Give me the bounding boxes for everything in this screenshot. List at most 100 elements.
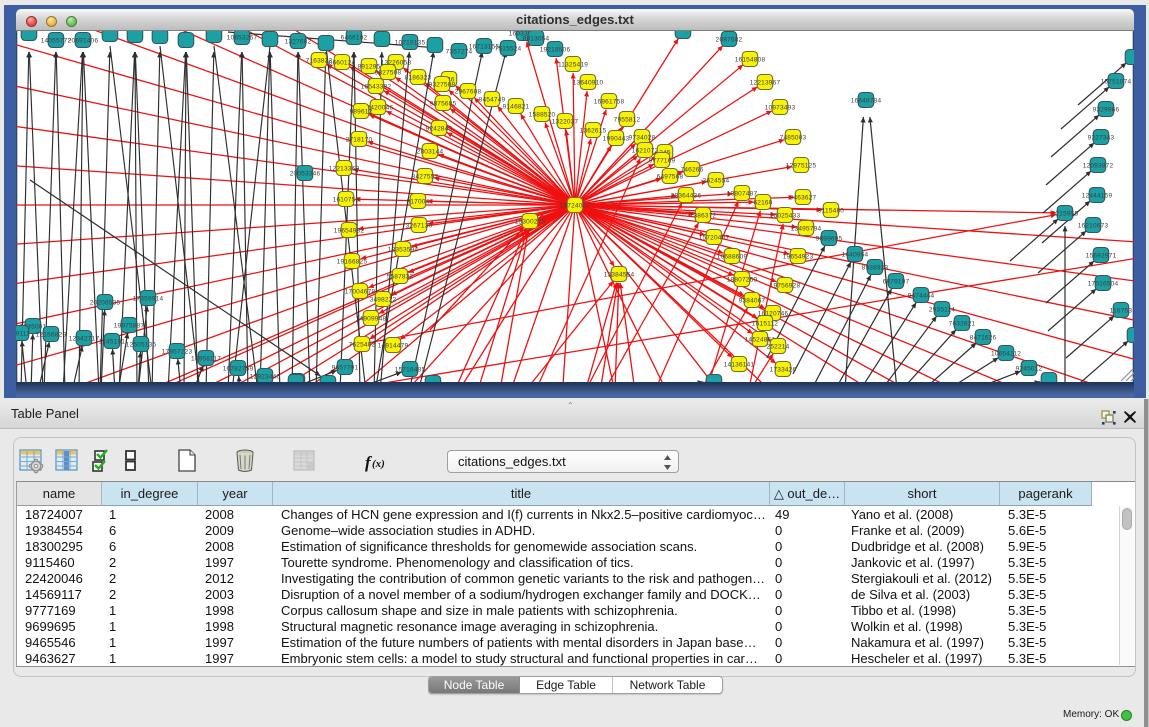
svg-text:1621072: 1621072	[632, 148, 659, 155]
svg-text:989612: 989612	[350, 109, 373, 116]
svg-text:6497568: 6497568	[657, 174, 684, 181]
svg-text:7485003: 7485003	[780, 135, 807, 142]
svg-text:1610755: 1610755	[333, 197, 360, 204]
svg-text:8427552: 8427552	[412, 174, 439, 181]
svg-text:1362615: 1362615	[580, 128, 607, 135]
svg-text:16782759: 16782759	[223, 366, 254, 373]
svg-text:15716485: 15716485	[395, 367, 426, 374]
svg-text:(x): (x)	[372, 458, 385, 470]
svg-text:15751074: 15751074	[1101, 79, 1132, 86]
svg-text:10025433: 10025433	[770, 213, 801, 220]
svg-text:9463627: 9463627	[790, 195, 817, 202]
svg-text:14136141: 14136141	[724, 362, 755, 369]
svg-text:1990443: 1990443	[603, 136, 630, 143]
svg-text:2803144: 2803144	[417, 149, 444, 156]
svg-text:13640910: 13640910	[573, 80, 604, 87]
svg-text:9242843: 9242843	[426, 126, 453, 133]
svg-text:14958117: 14958117	[191, 356, 221, 363]
svg-text:14909948: 14909948	[356, 316, 387, 323]
svg-text:12213967: 12213967	[750, 80, 781, 87]
svg-text:39111: 39111	[16, 331, 30, 338]
svg-text:16154808: 16154808	[735, 57, 766, 64]
svg-text:12342717: 12342717	[69, 336, 100, 343]
svg-text:12505135: 12505135	[126, 342, 157, 349]
svg-text:18724007: 18724007	[560, 203, 591, 210]
svg-text:9875685: 9875685	[430, 101, 457, 108]
svg-text:14914479: 14914479	[378, 343, 409, 350]
svg-text:12156829: 12156829	[36, 332, 67, 339]
svg-text:12213369: 12213369	[329, 166, 360, 173]
svg-text:1615112: 1615112	[752, 321, 778, 328]
svg-text:18807269: 18807269	[727, 277, 758, 284]
svg-text:1327602: 1327602	[285, 39, 312, 46]
svg-text:16648784: 16648784	[851, 98, 882, 105]
svg-text:7625402: 7625402	[349, 342, 376, 349]
svg-text:1588520: 1588520	[529, 112, 556, 119]
svg-text:1733426: 1733426	[770, 367, 797, 374]
svg-text:6466102: 6466102	[341, 35, 368, 42]
svg-text:8813054: 8813054	[523, 36, 550, 43]
svg-text:7357274: 7357274	[446, 49, 473, 56]
svg-text:8938923: 8938923	[862, 265, 889, 272]
svg-text:16961758: 16961758	[594, 99, 625, 106]
svg-text:8660124: 8660124	[329, 60, 356, 67]
svg-text:252214: 252214	[767, 344, 790, 351]
svg-text:9474444: 9474444	[908, 293, 935, 300]
svg-text:8471626: 8471626	[970, 335, 997, 342]
svg-text:1145191: 1145191	[99, 339, 125, 346]
svg-text:3624554: 3624554	[703, 178, 730, 185]
svg-text:7632621: 7632621	[949, 321, 976, 328]
svg-text:19975887: 19975887	[114, 323, 145, 330]
svg-text:16543382: 16543382	[361, 84, 392, 91]
svg-text:2718170: 2718170	[346, 137, 373, 144]
svg-text:17359914: 17359914	[133, 296, 164, 303]
svg-text:19654923: 19654923	[783, 254, 814, 261]
svg-text:9227343: 9227343	[1088, 135, 1115, 142]
svg-text:12923446: 12923446	[250, 374, 281, 381]
svg-text:8186323: 8186323	[405, 75, 432, 82]
svg-text:817004: 817004	[407, 199, 430, 206]
svg-text:12444159: 12444159	[1082, 193, 1113, 200]
svg-text:3267130: 3267130	[406, 223, 433, 230]
svg-text:9657791: 9657791	[332, 365, 359, 372]
svg-text:2967608: 2967608	[455, 89, 482, 96]
svg-text:3215955: 3215955	[1052, 211, 1079, 218]
svg-text:15300275: 15300275	[515, 219, 546, 226]
svg-text:2935114: 2935114	[929, 307, 955, 314]
svg-text:10653267: 10653267	[227, 35, 258, 42]
svg-text:9777169: 9777169	[649, 158, 676, 165]
svg-text:19218506: 19218506	[540, 47, 571, 54]
svg-text:19654982: 19654982	[334, 228, 365, 235]
svg-text:1322037: 1322037	[552, 119, 579, 126]
svg-text:15720407: 15720407	[699, 235, 730, 242]
svg-text:13495794: 13495794	[791, 226, 822, 233]
svg-text:17957223: 17957223	[162, 349, 193, 356]
svg-text:9329966: 9329966	[1093, 107, 1120, 114]
svg-text:3498222: 3498222	[370, 297, 397, 304]
svg-text:8454749: 8454749	[479, 97, 506, 104]
svg-text:10807487: 10807487	[727, 191, 758, 198]
svg-text:10973493: 10973493	[765, 105, 796, 112]
svg-text:19756928: 19756928	[770, 283, 801, 290]
svg-text:746266: 746266	[681, 167, 704, 174]
svg-text:15692971: 15692971	[1086, 253, 1117, 260]
svg-text:17016504: 17016504	[1088, 281, 1119, 288]
svg-text:16210673: 16210673	[1078, 223, 1109, 230]
svg-text:9384067: 9384067	[739, 298, 766, 305]
svg-text:9899695: 9899695	[816, 236, 843, 243]
svg-text:5587832: 5587832	[387, 274, 414, 281]
svg-text:9146821: 9146821	[503, 104, 530, 111]
svg-text:9734028: 9734028	[629, 135, 656, 142]
svg-text:6879197: 6879197	[883, 279, 910, 286]
svg-text:17004678: 17004678	[345, 289, 376, 296]
svg-text:62160: 62160	[753, 200, 772, 207]
svg-text:10688609: 10688609	[717, 254, 748, 261]
svg-text:20364436: 20364436	[671, 193, 702, 200]
svg-text:7955812: 7955812	[614, 117, 641, 124]
svg-text:20206535: 20206535	[90, 300, 121, 307]
svg-text:9245012: 9245012	[1016, 366, 1043, 373]
svg-text:20691406: 20691406	[68, 38, 99, 45]
svg-text:10654112: 10654112	[991, 351, 1021, 358]
svg-text:12093872: 12093872	[1083, 163, 1114, 170]
svg-text:7386372: 7386372	[690, 213, 717, 220]
